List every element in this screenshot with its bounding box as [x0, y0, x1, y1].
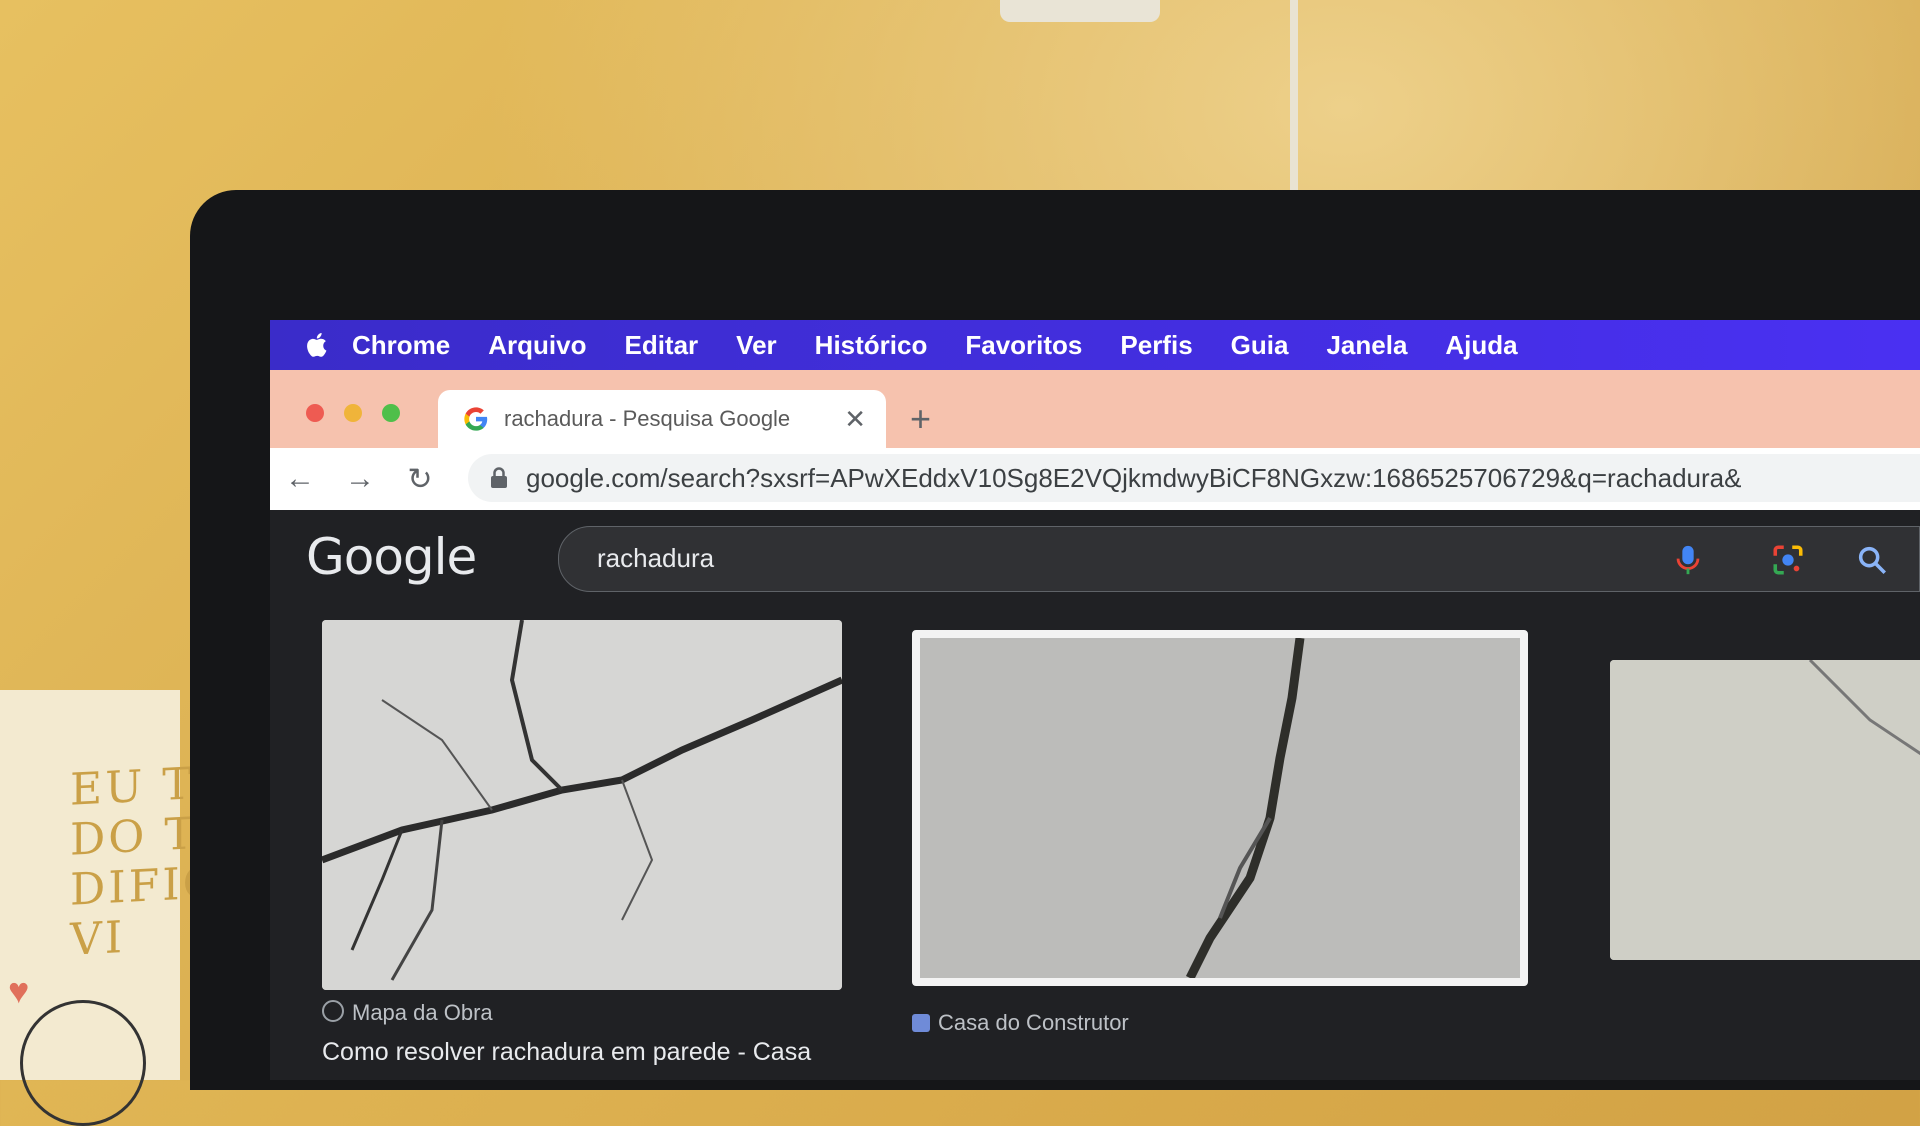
result-image-crack-2[interactable] [912, 630, 1528, 986]
result-source[interactable]: Mapa da Obra [322, 1000, 493, 1026]
crack-image [1610, 660, 1920, 960]
close-icon[interactable]: ✕ [844, 404, 866, 435]
menu-historico[interactable]: Histórico [815, 330, 928, 361]
url-text[interactable]: google.com/search?sxsrf=APwXEddxV10Sg8E2… [526, 463, 1741, 494]
google-results-page: Google rachadura Mapa da Obra Como resol… [270, 510, 1920, 1080]
search-icon[interactable] [1855, 543, 1889, 577]
search-input[interactable]: rachadura [558, 526, 1920, 592]
google-lens-icon[interactable] [1771, 543, 1805, 577]
crack-image [920, 638, 1520, 978]
zoom-window-button[interactable] [382, 404, 400, 422]
cable [1290, 0, 1386, 216]
crack-image [322, 620, 842, 990]
forward-button[interactable]: → [330, 462, 390, 496]
tab-active[interactable]: rachadura - Pesquisa Google ✕ [438, 390, 886, 448]
site-favicon-icon [322, 1000, 344, 1022]
macos-menu-bar: Chrome Arquivo Editar Ver Histórico Favo… [270, 320, 1920, 370]
back-button[interactable]: ← [270, 462, 330, 496]
tab-strip: rachadura - Pesquisa Google ✕ + [270, 370, 1920, 448]
menu-arquivo[interactable]: Arquivo [488, 330, 586, 361]
menu-ajuda[interactable]: Ajuda [1445, 330, 1517, 361]
window-controls [306, 404, 400, 422]
site-favicon-icon [912, 1014, 930, 1032]
menu-janela[interactable]: Janela [1326, 330, 1407, 361]
result-title[interactable]: Como resolver rachadura em parede - Casa [322, 1038, 811, 1067]
google-favicon-icon [464, 407, 488, 431]
source-name: Mapa da Obra [352, 1000, 493, 1025]
new-tab-button[interactable]: + [910, 398, 931, 440]
heart-icon: ♥ [8, 970, 30, 1011]
source-name: Casa do Construtor [938, 1010, 1129, 1035]
menu-guia[interactable]: Guia [1231, 330, 1289, 361]
address-bar[interactable]: google.com/search?sxsrf=APwXEddxV10Sg8E2… [468, 454, 1920, 502]
microphone-icon[interactable] [1671, 543, 1705, 577]
result-image-crack-1[interactable] [322, 620, 842, 990]
search-query[interactable]: rachadura [597, 543, 714, 574]
result-image-crack-3[interactable] [1610, 660, 1920, 960]
menu-perfis[interactable]: Perfis [1120, 330, 1192, 361]
reload-button[interactable]: ↻ [390, 462, 450, 497]
browser-toolbar: ← → ↻ google.com/search?sxsrf=APwXEddxV1… [270, 448, 1920, 510]
menu-chrome[interactable]: Chrome [352, 330, 450, 361]
apple-icon[interactable] [304, 331, 332, 359]
google-logo[interactable]: Google [306, 528, 477, 586]
menu-favoritos[interactable]: Favoritos [965, 330, 1082, 361]
result-source[interactable]: Casa do Construtor [912, 1010, 1129, 1036]
menu-ver[interactable]: Ver [736, 330, 777, 361]
close-window-button[interactable] [306, 404, 324, 422]
lock-icon[interactable] [490, 467, 508, 489]
charger-plug [1000, 0, 1160, 22]
tab-title: rachadura - Pesquisa Google [504, 406, 791, 431]
laptop-screen: Chrome Arquivo Editar Ver Histórico Favo… [270, 320, 1920, 1080]
drawn-circle [20, 1000, 146, 1126]
menu-editar[interactable]: Editar [624, 330, 698, 361]
greeting-card: EU TE DO TAM DIFICUL VI ♥ [0, 690, 292, 1126]
minimize-window-button[interactable] [344, 404, 362, 422]
